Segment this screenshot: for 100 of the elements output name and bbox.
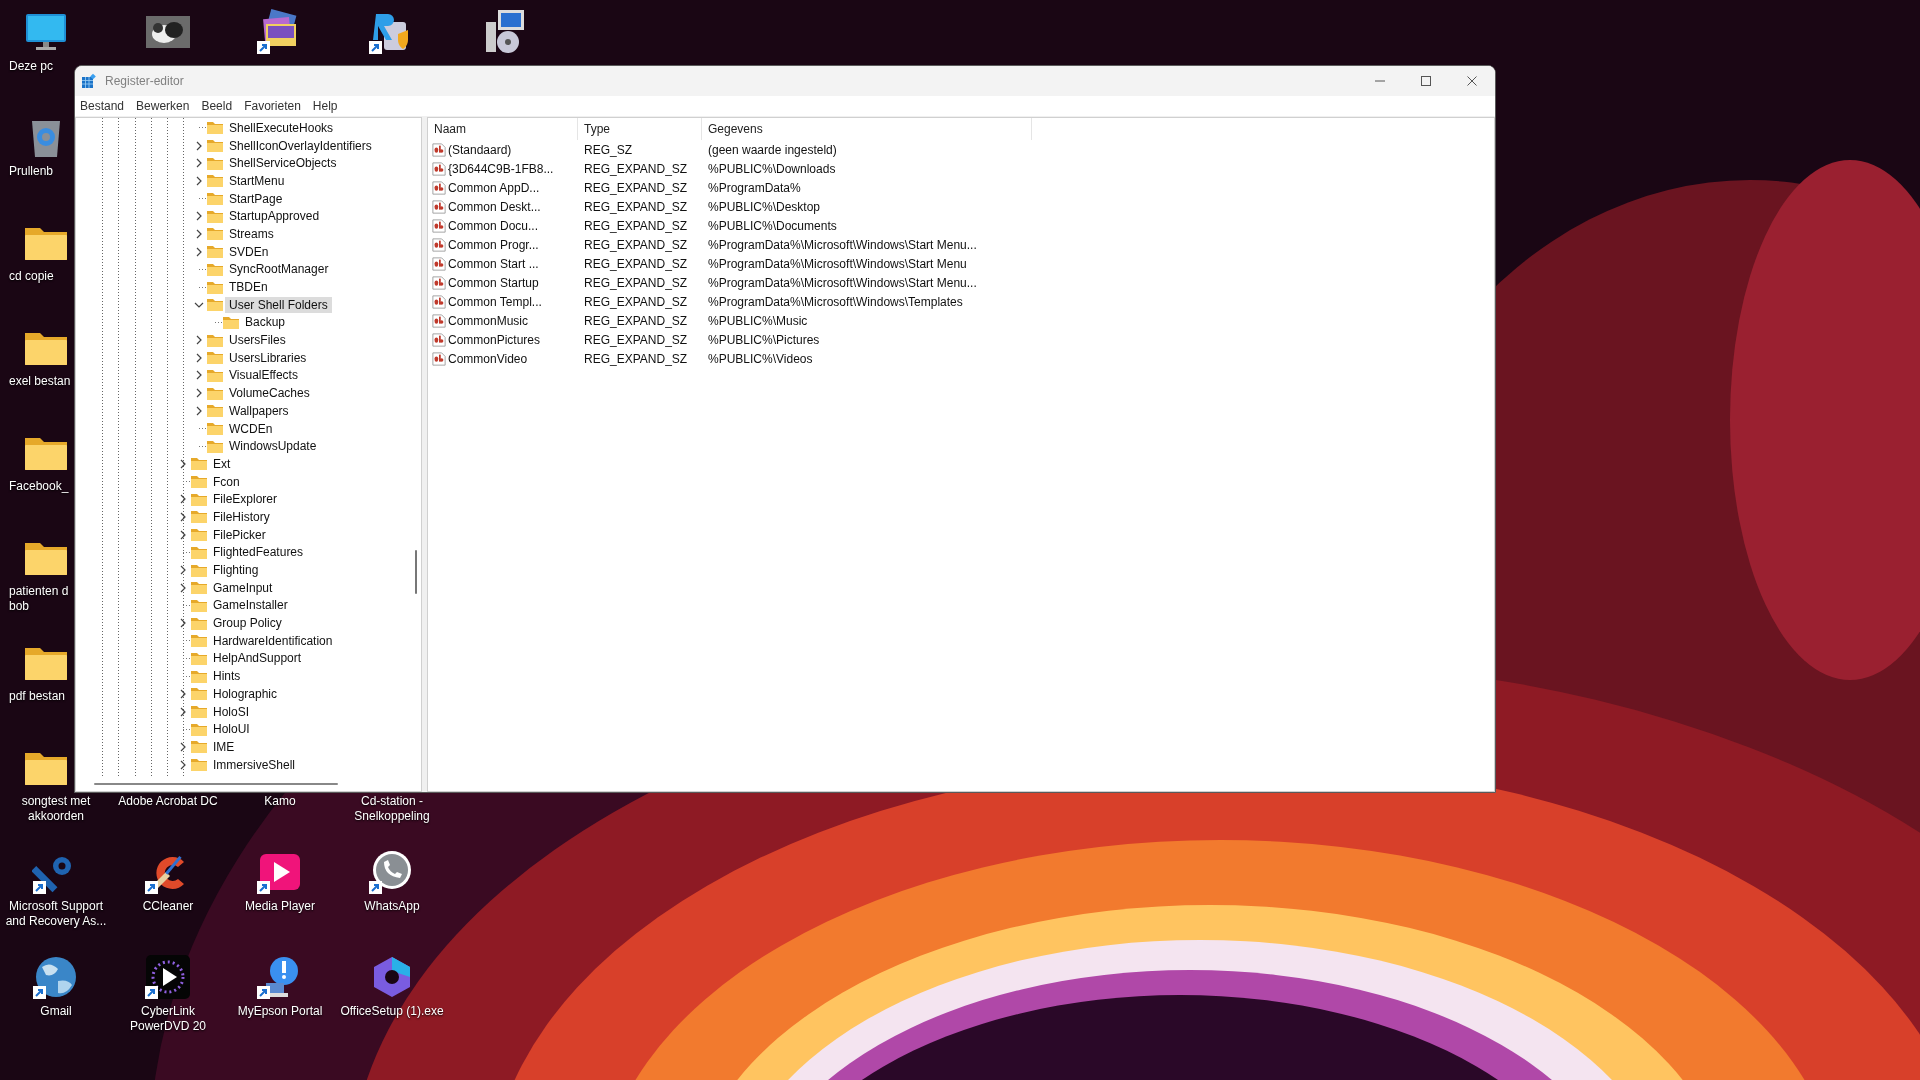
value-row[interactable]: Common Docu... REG_EXPAND_SZ %PUBLIC%\Documents xyxy=(428,216,1494,235)
desktop-icon-label[interactable]: Cd-station - Snelkoppeling xyxy=(354,794,430,824)
desktop-icon-label[interactable]: CCleaner xyxy=(142,899,194,914)
tree-item[interactable]: GameInstaller xyxy=(209,597,292,614)
value-name[interactable]: (Standaard) xyxy=(448,142,512,157)
tree-item[interactable]: StartMenu xyxy=(225,172,289,189)
tree-item[interactable]: WindowsUpdate xyxy=(225,438,321,455)
desktop-icon-label[interactable]: pdf bestan xyxy=(9,689,66,704)
desktop-icon-label[interactable]: patienten d bob xyxy=(9,584,69,614)
value-name[interactable]: Common Startup xyxy=(448,275,539,290)
tree-item[interactable]: HoloSI xyxy=(209,703,254,720)
tree-item[interactable]: StartPage xyxy=(225,190,287,207)
menu-item[interactable]: Beeld xyxy=(196,97,238,115)
string-value-icon xyxy=(432,332,446,347)
folder-icon xyxy=(191,457,207,471)
tree-item[interactable]: Hints xyxy=(209,668,245,685)
tree-item[interactable]: TBDEn xyxy=(225,279,272,296)
tree-item[interactable]: FileHistory xyxy=(209,508,274,525)
column-header[interactable]: Type xyxy=(578,118,702,140)
folder-icon xyxy=(191,581,207,595)
value-data: %ProgramData%\Microsoft\Windows\Start Menu... xyxy=(707,275,978,290)
tree-item[interactable]: Ext xyxy=(209,455,235,472)
value-name[interactable]: CommonPictures xyxy=(448,332,541,347)
tree-item[interactable]: SVDEn xyxy=(225,243,273,260)
tree-item[interactable]: Fcon xyxy=(209,473,244,490)
desktop-icon-label[interactable]: Kamo xyxy=(264,794,296,809)
desktop-icon-label[interactable]: exel bestan xyxy=(9,374,71,389)
scrollbar-thumb[interactable] xyxy=(415,550,417,594)
tree-item[interactable]: ImmersiveShell xyxy=(209,756,300,773)
tree-item[interactable]: SyncRootManager xyxy=(225,261,333,278)
value-name[interactable]: Common Start ... xyxy=(448,256,539,271)
value-type: REG_SZ xyxy=(583,142,633,157)
tree-item[interactable]: ShellIconOverlayIdentifiers xyxy=(225,137,376,154)
desktop-icon-label[interactable]: Microsoft Support and Recovery As... xyxy=(5,899,107,929)
tree-item[interactable]: Group Policy xyxy=(209,615,286,632)
column-header[interactable]: Naam xyxy=(428,118,578,140)
menu-item[interactable]: Favorieten xyxy=(239,97,306,115)
value-name[interactable]: CommonMusic xyxy=(448,313,528,328)
menu-item[interactable]: Bewerken xyxy=(131,97,195,115)
tree-item[interactable]: ShellExecuteHooks xyxy=(225,119,338,136)
tree-item[interactable]: UsersLibraries xyxy=(225,349,311,366)
tree-item[interactable]: ShellServiceObjects xyxy=(225,155,341,172)
value-name[interactable]: CommonVideo xyxy=(448,351,528,366)
tree-item[interactable]: HoloUI xyxy=(209,721,254,738)
desktop-icon-label[interactable]: Deze pc xyxy=(9,59,54,74)
tree-item[interactable]: GameInput xyxy=(209,579,277,596)
play-burst-icon[interactable] xyxy=(144,953,192,1001)
tree-item[interactable]: WCDEn xyxy=(225,420,277,437)
value-row[interactable]: Common Startup REG_EXPAND_SZ %ProgramData%\Microsoft\Windows\Start Menu... xyxy=(428,273,1494,292)
value-type: REG_EXPAND_SZ xyxy=(583,275,689,290)
desktop-icon-label[interactable]: WhatsApp xyxy=(364,899,420,914)
folder-icon xyxy=(191,740,207,754)
value-row[interactable]: {3D644C9B-1FB8... REG_EXPAND_SZ %PUBLIC%\Downloads xyxy=(428,159,1494,178)
desktop-icon-label[interactable]: cd copie xyxy=(9,269,54,284)
tree-item[interactable]: VisualEffects xyxy=(225,367,302,384)
value-name[interactable]: Common Deskt... xyxy=(448,199,541,214)
value-type: REG_EXPAND_SZ xyxy=(583,199,689,214)
tree-item[interactable]: HelpAndSupport xyxy=(209,650,306,667)
menu-item[interactable]: Help xyxy=(307,97,343,115)
value-name[interactable]: Common Docu... xyxy=(448,218,539,233)
desktop-icon-label[interactable]: Facebook_ xyxy=(9,479,69,494)
tree-item[interactable]: Holographic xyxy=(209,685,282,702)
value-name[interactable]: Common Templ... xyxy=(448,294,542,309)
value-row[interactable]: Common Start ... REG_EXPAND_SZ %ProgramData%\Microsoft\Windows\Start Menu xyxy=(428,254,1494,273)
desktop-icon-label[interactable]: CyberLink PowerDVD 20 xyxy=(130,1004,206,1034)
value-type: REG_EXPAND_SZ xyxy=(583,256,689,271)
desktop-icon-label[interactable]: Adobe Acrobat DC xyxy=(118,794,218,809)
scrollbar-thumb[interactable] xyxy=(94,783,338,785)
tree-item[interactable]: IME xyxy=(209,738,239,755)
value-row[interactable]: Common AppD... REG_EXPAND_SZ %ProgramData% xyxy=(428,178,1494,197)
value-name[interactable]: {3D644C9B-1FB8... xyxy=(448,161,554,176)
tree-item[interactable]: Flighting xyxy=(209,562,263,579)
value-row[interactable]: CommonMusic REG_EXPAND_SZ %PUBLIC%\Music xyxy=(428,311,1494,330)
tree-item[interactable]: FlightedFeatures xyxy=(209,544,308,561)
desktop-icon-label[interactable]: MyEpson Portal xyxy=(237,1004,323,1019)
tree-item[interactable]: Streams xyxy=(225,225,278,242)
tree-item[interactable]: HardwareIdentification xyxy=(209,632,337,649)
desktop-icon-label[interactable]: songtest met akkoorden xyxy=(21,794,91,824)
tree-item[interactable]: User Shell Folders xyxy=(225,296,332,313)
tree-item[interactable]: Wallpapers xyxy=(225,402,293,419)
value-row[interactable]: (Standaard) REG_SZ (geen waarde ingesteld) xyxy=(428,140,1494,159)
desktop-icon-label[interactable]: Prullenb xyxy=(9,164,54,179)
value-row[interactable]: Common Deskt... REG_EXPAND_SZ %PUBLIC%\Desktop xyxy=(428,197,1494,216)
desktop-icon-label[interactable]: OfficeSetup (1).exe xyxy=(340,1004,444,1019)
tree-item[interactable]: UsersFiles xyxy=(225,332,290,349)
desktop-icon-label[interactable]: Media Player xyxy=(245,899,315,914)
column-header[interactable]: Gegevens xyxy=(702,118,1032,140)
tree-item[interactable]: FilePicker xyxy=(209,526,270,543)
value-name[interactable]: Common Progr... xyxy=(448,237,539,252)
value-row[interactable]: Common Templ... REG_EXPAND_SZ %ProgramData%\Microsoft\Windows\Templates xyxy=(428,292,1494,311)
tree-item[interactable]: Backup xyxy=(241,314,290,331)
value-name[interactable]: Common AppD... xyxy=(448,180,540,195)
value-row[interactable]: CommonVideo REG_EXPAND_SZ %PUBLIC%\Videos xyxy=(428,349,1494,368)
tree-item[interactable]: FileExplorer xyxy=(209,491,282,508)
value-row[interactable]: Common Progr... REG_EXPAND_SZ %ProgramData%\Microsoft\Windows\Start Menu... xyxy=(428,235,1494,254)
tree-item[interactable]: StartupApproved xyxy=(225,208,324,225)
menu-item[interactable]: Bestand xyxy=(75,97,130,115)
desktop-icon-label[interactable]: Gmail xyxy=(40,1004,72,1019)
tree-item[interactable]: VolumeCaches xyxy=(225,385,314,402)
value-row[interactable]: CommonPictures REG_EXPAND_SZ %PUBLIC%\Pictures xyxy=(428,330,1494,349)
